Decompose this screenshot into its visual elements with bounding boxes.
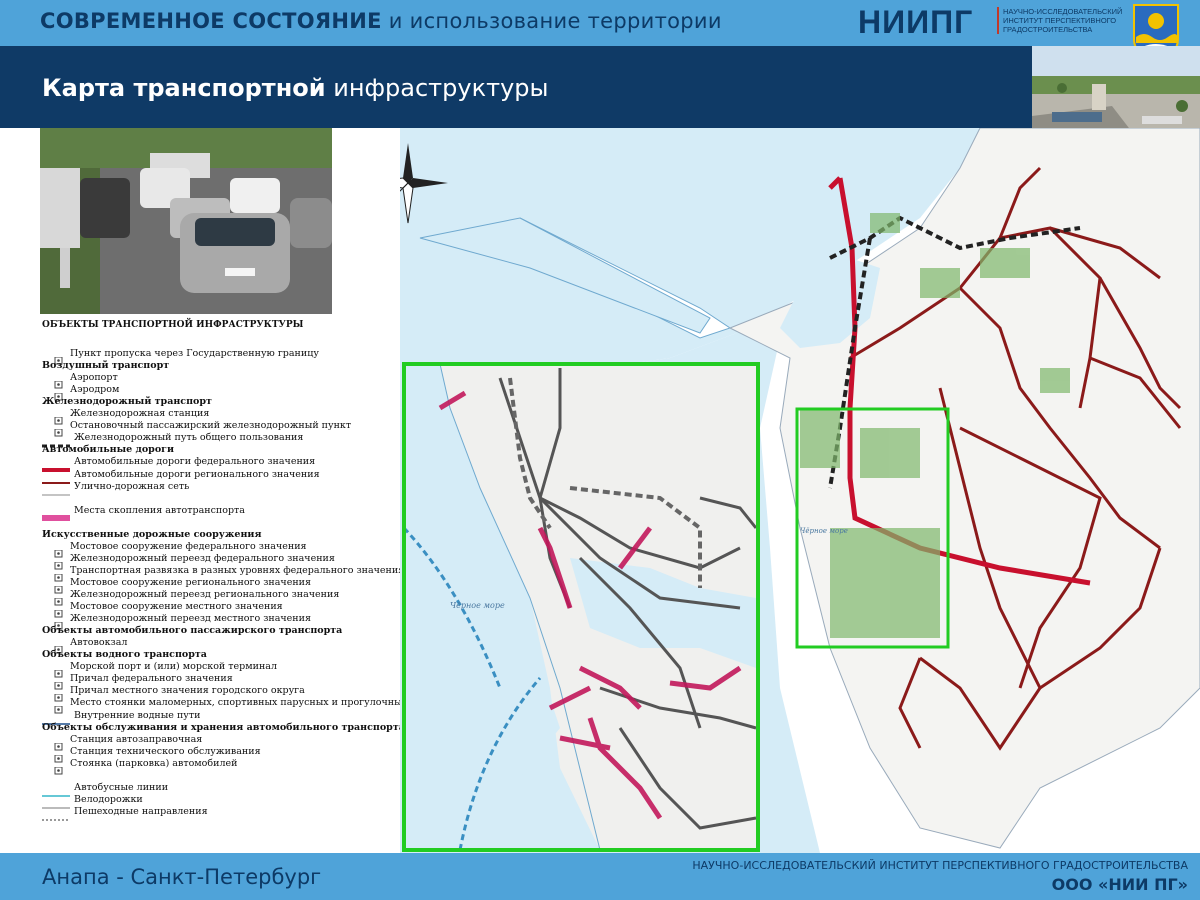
legend-item-label: Пешеходные направления <box>74 805 208 817</box>
legend-symbol-jam-icon <box>42 507 70 526</box>
page-title-bold: Карта транспортной <box>42 74 326 102</box>
top-banner: СОВРЕМЕННОЕ СОСТОЯНИЕ и использование те… <box>0 0 1200 63</box>
footer-org: ООО «НИИ ПГ» <box>1051 875 1188 894</box>
legend-group-heading: Объекты автомобильного пассажирского тра… <box>42 625 343 637</box>
bottom-banner: Анапа - Санкт-Петербург НАУЧНО-ИССЛЕДОВА… <box>0 853 1200 900</box>
legend-item-label: Мостовое сооружение федерального значени… <box>70 540 307 552</box>
legend-group-heading: Воздушный транспорт <box>42 360 170 372</box>
legend-item-label: Транспортная развязка в разных уровнях ф… <box>70 564 405 576</box>
institute-logo-subtitle: НАУЧНО-ИССЛЕДОВАТЕЛЬСКИЙ ИНСТИТУТ ПЕРСПЕ… <box>997 7 1131 34</box>
footer-institute: НАУЧНО-ИССЛЕДОВАТЕЛЬСКИЙ ИНСТИТУТ ПЕРСПЕ… <box>692 859 1188 872</box>
legend-group-heading: Автомобильные дороги <box>42 444 175 456</box>
legend-item-label: Причал федерального значения <box>70 673 233 685</box>
legend-symbol-walk-icon <box>42 808 70 827</box>
legend-item-label: Автовокзал <box>70 637 128 649</box>
legend-group-heading: Объекты обслуживания и хранения автомоби… <box>42 721 405 733</box>
section-title-bold: СОВРЕМЕННОЕ СОСТОЯНИЕ <box>40 9 382 33</box>
legend-symbol-street-icon <box>42 483 70 502</box>
legend-item-label: Причал местного значения городского окру… <box>70 685 305 697</box>
traffic-jam-photo <box>40 128 332 314</box>
legend-group-heading: Объекты водного транспорта <box>42 649 207 661</box>
inset-map: Чёрное море <box>402 363 758 851</box>
legend-item-label: Аэропорт <box>70 372 118 384</box>
legend-group-heading: Железнодорожный транспорт <box>42 396 212 408</box>
legend-item-label: Улично-дорожная сеть <box>74 480 190 492</box>
legend-item-label: Аэродром <box>70 384 120 396</box>
page-heading-bar: Карта транспортной инфраструктуры <box>0 46 1032 128</box>
legend-item-label: Станция технического обслуживания <box>70 745 261 757</box>
legend-item-label: Станция автозаправочная <box>70 733 203 745</box>
page-title-rest: инфраструктуры <box>325 74 549 102</box>
legend-item-label: Внутренние водные пути <box>74 709 201 721</box>
legend-item-label: Железнодорожный путь общего пользования <box>74 432 304 444</box>
legend-item-label: Морской порт и (или) морской терминал <box>70 661 277 673</box>
legend-item-label: Место стоянки маломерных, спортивных пар… <box>70 697 438 709</box>
sea-label-inset: Чёрное море <box>450 601 505 610</box>
legend-item-label: Автобусные линии <box>74 781 169 793</box>
footer-city: Анапа - Санкт-Петербург <box>42 865 322 889</box>
legend-item-label: Велодорожки <box>74 793 143 805</box>
legend-item-label: Стоянка (парковка) автомобилей <box>70 757 238 769</box>
section-title: СОВРЕМЕННОЕ СОСТОЯНИЕ и использование те… <box>40 9 722 33</box>
section-title-rest: и использование территории <box>381 9 722 33</box>
legend-item-label: Автомобильные дороги федерального значен… <box>74 456 316 468</box>
legend-item-label: Пункт пропуска через Государственную гра… <box>70 348 319 359</box>
page-title: Карта транспортной инфраструктуры <box>42 74 548 102</box>
institute-logo: НИИПГ <box>858 4 974 40</box>
legend-group-heading: Искусственные дорожные сооружения <box>42 528 262 540</box>
legend-item-label: Железнодорожная станция <box>70 408 210 420</box>
legend-item-label: Места скопления автотранспорта <box>74 504 245 516</box>
sea-label-main: Чёрное море <box>800 527 848 535</box>
legend-item-label: Автомобильные дороги регионального значе… <box>74 468 320 480</box>
legend-symbol-icon-icon <box>54 760 64 779</box>
legend-item-label: Остановочный пассажирский железнодорожны… <box>70 420 352 432</box>
legend-item-label: Железнодорожный переезд федерального зна… <box>70 552 335 564</box>
legend-item-label: Железнодорожный переезд местного значени… <box>70 613 311 625</box>
legend-item-label: Мостовое сооружение местного значения <box>70 601 283 613</box>
legend-item-label: Мостовое сооружение регионального значен… <box>70 576 311 588</box>
legend-title: ОБЪЕКТЫ ТРАНСПОРТНОЙ ИНФРАСТРУКТУРЫ <box>42 320 304 330</box>
legend-item-label: Железнодорожный переезд регионального зн… <box>70 589 340 600</box>
transport-map: Чёрное море Чёрное море <box>400 128 1200 853</box>
